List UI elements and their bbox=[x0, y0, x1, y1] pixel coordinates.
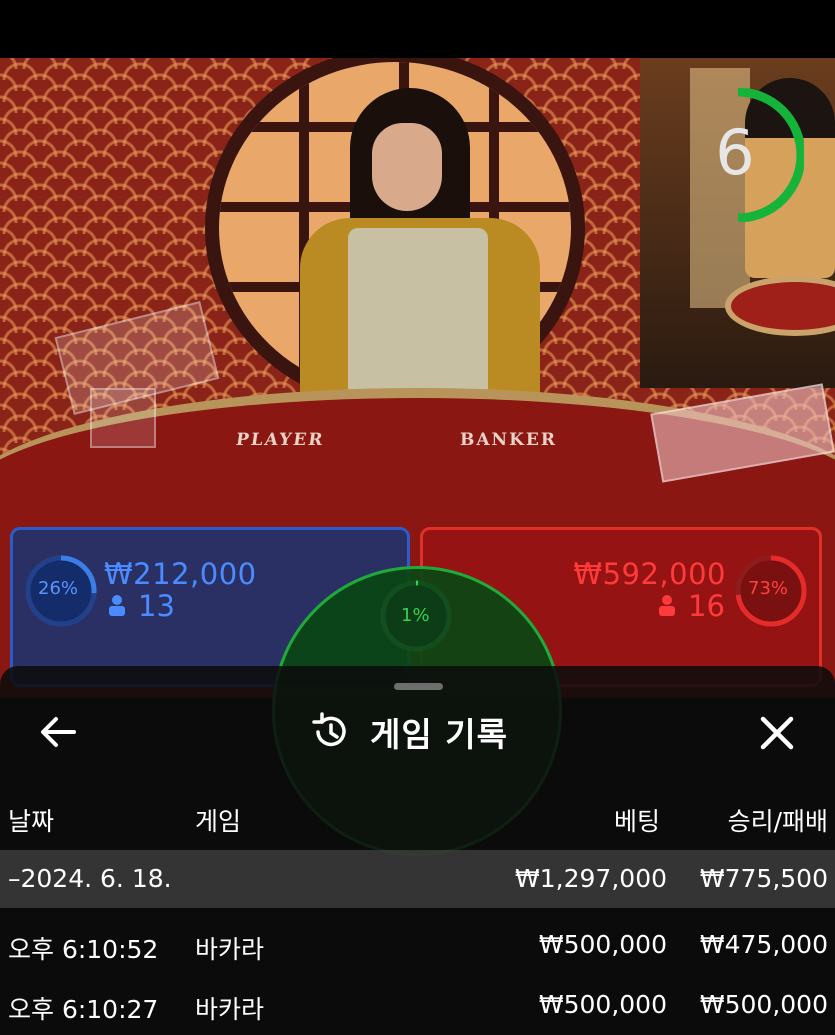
close-icon[interactable] bbox=[754, 710, 800, 756]
page-title: 게임 기록 bbox=[370, 715, 508, 754]
table-row[interactable]: 오후 6:10:27 바카라 ₩500,000 ₩500,000 bbox=[0, 976, 835, 1034]
banker-bet-amount: ₩592,000 bbox=[573, 557, 726, 591]
discard-box bbox=[90, 388, 156, 448]
banker-bettor-count: 16 bbox=[688, 589, 725, 623]
tie-percent: 1% bbox=[401, 605, 430, 626]
column-header-date: 날짜 bbox=[8, 807, 55, 836]
table-row[interactable]: 오후 6:10:52 바카라 ₩500,000 ₩475,000 bbox=[0, 916, 835, 974]
sheet-header: 게임 기록 bbox=[310, 708, 508, 756]
row-result: ₩500,000 bbox=[699, 990, 828, 1019]
table-label-banker: BANKER bbox=[460, 430, 557, 450]
table-label-player: PLAYER bbox=[234, 430, 326, 450]
banker-percent: 73% bbox=[748, 578, 789, 599]
row-result: ₩475,000 bbox=[699, 930, 828, 959]
summary-result: ₩775,500 bbox=[699, 864, 828, 893]
column-header-bet: 베팅 bbox=[613, 807, 660, 836]
date-summary-row[interactable]: –2024. 6. 18. ₩1,297,000 ₩775,500 bbox=[0, 850, 835, 908]
dealer bbox=[290, 88, 560, 428]
player-bettor-count: 13 bbox=[138, 589, 175, 623]
row-bet: ₩500,000 bbox=[538, 930, 667, 959]
row-time: 오후 6:10:27 bbox=[8, 995, 159, 1024]
countdown-seconds: 6 bbox=[715, 116, 755, 189]
summary-bet: ₩1,297,000 bbox=[515, 864, 667, 893]
row-game: 바카라 bbox=[195, 935, 265, 964]
column-header-result: 승리/패배 bbox=[727, 807, 828, 836]
player-bet-amount: ₩212,000 bbox=[104, 557, 257, 591]
person-icon bbox=[659, 595, 675, 616]
column-header-game: 게임 bbox=[195, 807, 242, 836]
status-bar bbox=[0, 0, 835, 58]
arrow-left-icon[interactable] bbox=[36, 710, 80, 754]
summary-date: –2024. 6. 18. bbox=[8, 864, 172, 893]
game-history-sheet: 게임 기록 날짜 게임 베팅 승리/패배 –2024. 6. 18. ₩1,29… bbox=[0, 666, 835, 1035]
person-icon bbox=[109, 595, 125, 616]
history-icon bbox=[312, 712, 346, 747]
row-time: 오후 6:10:52 bbox=[8, 935, 159, 964]
row-game: 바카라 bbox=[195, 995, 265, 1024]
sheet-drag-handle[interactable] bbox=[394, 683, 443, 690]
row-bet: ₩500,000 bbox=[538, 990, 667, 1019]
player-percent: 26% bbox=[38, 578, 79, 599]
